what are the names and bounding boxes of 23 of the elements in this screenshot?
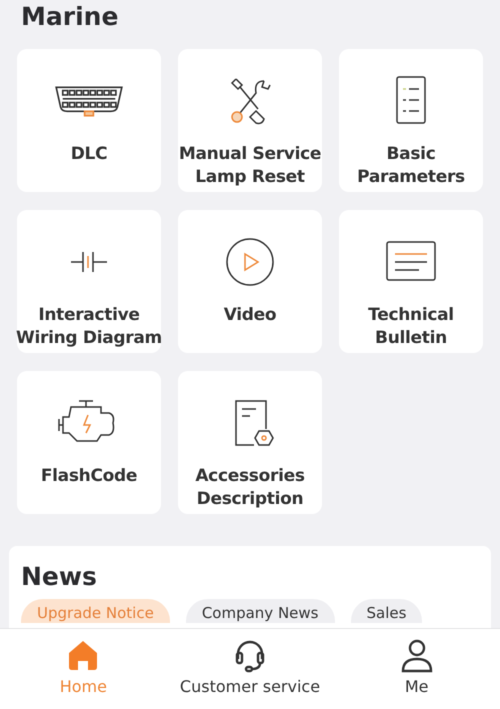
tile-label: Video xyxy=(222,304,278,327)
feature-tile[interactable]: Basic Parameters xyxy=(339,49,483,192)
tile-label: Interactive Wiring Diagram xyxy=(15,304,163,350)
section-title: Marine xyxy=(20,1,120,33)
tile-label: DLC xyxy=(70,143,108,166)
tile-label: Manual Service Lamp Reset xyxy=(178,143,322,189)
news-title: News xyxy=(21,562,98,591)
nav-tab[interactable]: Me xyxy=(333,629,500,709)
feature-tile[interactable]: Technical Bulletin xyxy=(339,210,483,353)
news-tab[interactable]: Sales xyxy=(350,599,422,623)
feature-tile[interactable]: DLC xyxy=(17,49,161,192)
feature-tile[interactable]: FlashCode xyxy=(17,371,161,514)
tile-label: Accessories Description xyxy=(194,465,306,511)
feature-tile[interactable]: Manual Service Lamp Reset xyxy=(178,49,322,192)
news-tab[interactable]: Company News xyxy=(186,599,334,623)
nav-tab[interactable]: Customer service xyxy=(166,629,334,709)
connector-icon xyxy=(54,85,124,118)
feature-tile[interactable]: Video xyxy=(178,210,322,353)
tile-label: Basic Parameters xyxy=(356,143,466,189)
tile-label: Technical Bulletin xyxy=(367,304,455,350)
tile-label: FlashCode xyxy=(40,465,138,488)
feature-tile[interactable]: Interactive Wiring Diagram xyxy=(17,210,161,353)
feature-tile[interactable]: Accessories Description xyxy=(178,371,322,514)
